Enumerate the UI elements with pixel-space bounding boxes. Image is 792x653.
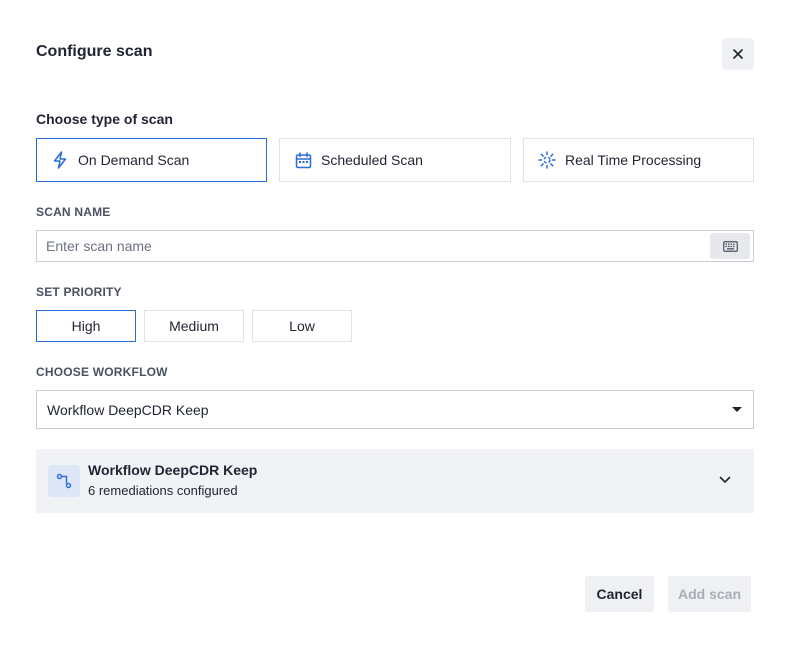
workflow-select-value: Workflow DeepCDR Keep [47, 401, 209, 418]
priority-medium-button[interactable]: Medium [144, 310, 244, 342]
scan-type-label: Scheduled Scan [321, 152, 423, 168]
priority-low-button[interactable]: Low [252, 310, 352, 342]
workflow-details-card: Workflow DeepCDR Keep 6 remediations con… [36, 449, 754, 513]
keyboard-icon [722, 240, 738, 252]
scan-type-heading: Choose type of scan [36, 111, 173, 127]
workflow-card-subtitle: 6 remediations configured [88, 483, 238, 498]
expand-workflow-button[interactable] [718, 473, 732, 487]
workflow-label: CHOOSE WORKFLOW [36, 365, 168, 379]
cancel-button[interactable]: Cancel [585, 576, 654, 612]
chevron-down-icon [719, 476, 731, 483]
dialog-title: Configure scan [36, 43, 153, 60]
scan-type-scheduled[interactable]: Scheduled Scan [279, 138, 511, 182]
caret-down-icon [732, 407, 742, 412]
workflow-icon [48, 465, 80, 497]
scan-type-label: On Demand Scan [78, 152, 190, 168]
scan-type-label: Real Time Processing [565, 152, 702, 168]
priority-high-button[interactable]: High [36, 310, 136, 342]
lightning-icon [51, 151, 69, 169]
scan-name-field [36, 230, 754, 262]
scan-name-input[interactable] [37, 231, 710, 261]
calendar-icon [294, 151, 312, 169]
configure-scan-dialog: Configure scan Choose type of scan On De… [0, 0, 792, 653]
priority-label: SET PRIORITY [36, 285, 122, 299]
add-scan-button[interactable]: Add scan [668, 576, 751, 612]
scan-name-label: SCAN NAME [36, 205, 111, 219]
workflow-select[interactable]: Workflow DeepCDR Keep [36, 390, 754, 429]
close-button[interactable] [722, 38, 754, 70]
scan-type-on-demand[interactable]: On Demand Scan [36, 138, 267, 182]
scan-type-real-time[interactable]: Real Time Processing [523, 138, 754, 182]
keyboard-button[interactable] [710, 233, 750, 259]
workflow-card-title: Workflow DeepCDR Keep [88, 462, 258, 478]
close-icon [733, 49, 743, 59]
spinner-icon [538, 151, 556, 169]
